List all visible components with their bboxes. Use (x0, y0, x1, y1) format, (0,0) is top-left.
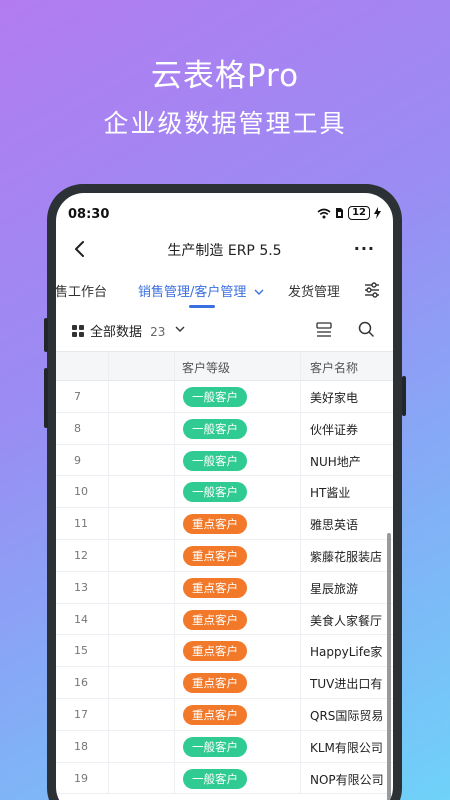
table-row[interactable]: 11 重点客户 雅思英语 (56, 508, 393, 540)
promo-subtitle: 企业级数据管理工具 (103, 109, 347, 138)
wifi-icon (317, 208, 331, 218)
tab-customer-management[interactable]: 销售管理/客户管理 (138, 281, 264, 300)
customer-level-badge: 一般客户 (183, 450, 247, 471)
nav-bar: 生产制造 ERP 5.5 ··· (56, 227, 393, 271)
status-time: 08:30 (68, 207, 110, 222)
phone-frame: 08:30 12 生产制造 ERP 5.5 ··· 售工作台 销售管理/客户管理… (47, 184, 402, 800)
app-screen: 08:30 12 生产制造 ERP 5.5 ··· 售工作台 销售管理/客户管理… (56, 193, 393, 800)
phone-volume-button (44, 318, 48, 352)
tab-shipping-management[interactable]: 发货管理 (288, 281, 340, 300)
filter-settings-icon[interactable] (363, 281, 381, 299)
customer-name: 雅思英语 (310, 518, 359, 533)
row-number: 14 (74, 612, 88, 626)
grid-view-icon (72, 325, 84, 337)
row-number: 7 (74, 390, 81, 403)
tab-bar: 销售工作台 销售管理/客户管理 发货管理 (56, 271, 393, 311)
tab-sales-workbench[interactable]: 销售工作台 (56, 281, 107, 300)
customer-level-badge: 一般客户 (183, 736, 247, 757)
customer-name: TUV进出口有 (310, 677, 383, 692)
customer-name: HappyLife家 (310, 645, 383, 660)
table-header: 客户等级 客户名称 (56, 351, 393, 381)
status-icons: 12 (317, 206, 381, 220)
table-row[interactable]: 16 重点客户 TUV进出口有 (56, 667, 393, 699)
view-label: 全部数据 (90, 325, 143, 340)
scrollbar[interactable] (387, 533, 391, 800)
page-title: 生产制造 ERP 5.5 (167, 243, 282, 259)
customer-name: 紫藤花服装店 (310, 549, 383, 564)
table-body: 7 一般客户 美好家电 8 一般客户 伙伴证券 9 一般客户 NUH地产 10 一般客户 HT酱业 11… (56, 381, 393, 795)
status-bar: 08:30 12 (56, 193, 393, 227)
customer-level-badge: 一般客户 (183, 768, 247, 789)
column-header-level[interactable]: 客户等级 (182, 359, 230, 376)
tab-customer-management-label: 销售管理/客户管理 (138, 285, 247, 300)
search-icon[interactable] (357, 320, 375, 338)
customer-level-badge: 重点客户 (183, 673, 247, 694)
table-row[interactable]: 19 一般客户 NOP有限公司 (56, 762, 393, 795)
sim-icon (336, 208, 344, 218)
phone-power-button (402, 376, 406, 416)
customer-name: 美食人家餐厅 (310, 613, 383, 628)
row-number: 18 (74, 739, 88, 753)
customer-name: 星辰旅游 (310, 581, 359, 596)
column-header-name[interactable]: 客户名称 (310, 359, 358, 376)
customer-level-badge: 一般客户 (183, 418, 247, 439)
table-row[interactable]: 10 一般客户 HT酱业 (56, 476, 393, 509)
row-number: 10 (74, 485, 88, 499)
row-number: 13 (74, 580, 88, 594)
customer-name: 美好家电 (310, 391, 359, 405)
view-toolbar: 全部数据 23 (56, 311, 393, 351)
row-number: 8 (74, 421, 81, 435)
customer-level-badge: 一般客户 (183, 387, 247, 407)
customer-level-badge: 重点客户 (183, 514, 247, 535)
row-number: 12 (74, 548, 88, 562)
table-row[interactable]: 18 一般客户 KLM有限公司 (56, 730, 393, 763)
customer-level-badge: 重点客户 (183, 545, 247, 566)
data-table: 客户等级 客户名称 7 一般客户 美好家电 8 一般客户 伙伴证券 9 一般客户 NUH地产 10… (56, 351, 393, 795)
customer-name: 伙伴证券 (310, 422, 359, 437)
customer-level-badge: 一般客户 (183, 482, 247, 503)
row-number: 9 (74, 453, 81, 467)
tab-fade (335, 271, 351, 311)
phone-side-button (44, 368, 48, 428)
customer-level-badge: 重点客户 (183, 641, 247, 662)
charging-icon (374, 207, 381, 219)
table-row[interactable]: 13 重点客户 星辰旅游 (56, 571, 393, 604)
record-count: 23 (150, 325, 166, 339)
table-row[interactable]: 17 重点客户 QRS国际贸易 (56, 698, 393, 731)
table-row[interactable]: 7 一般客户 美好家电 (56, 381, 393, 413)
customer-name: HT酱业 (310, 486, 351, 501)
table-row[interactable]: 14 重点客户 美食人家餐厅 (56, 603, 393, 636)
chevron-down-icon (254, 289, 264, 295)
row-height-icon[interactable] (315, 321, 333, 339)
customer-level-badge: 重点客户 (183, 609, 247, 630)
row-number: 16 (74, 676, 88, 690)
view-dropdown-icon[interactable] (174, 323, 186, 335)
row-number: 11 (74, 517, 88, 531)
row-number: 15 (74, 644, 88, 658)
battery-indicator: 12 (348, 206, 370, 220)
table-row[interactable]: 12 重点客户 紫藤花服装店 (56, 539, 393, 572)
view-selector[interactable]: 全部数据 23 (90, 321, 165, 340)
row-number: 19 (74, 771, 88, 785)
table-row[interactable]: 9 一般客户 NUH地产 (56, 444, 393, 477)
table-row[interactable]: 15 重点客户 HappyLife家 (56, 635, 393, 668)
customer-name: KLM有限公司 (310, 740, 383, 755)
customer-name: NUH地产 (310, 454, 361, 469)
row-number: 17 (74, 707, 88, 721)
customer-level-badge: 重点客户 (183, 704, 247, 725)
table-row[interactable]: 8 一般客户 伙伴证券 (56, 412, 393, 445)
more-icon[interactable]: ··· (354, 239, 375, 258)
customer-name: QRS国际贸易 (310, 708, 384, 723)
promo-title: 云表格Pro (150, 58, 300, 94)
customer-level-badge: 重点客户 (183, 577, 247, 598)
active-tab-indicator (189, 305, 215, 308)
customer-name: NOP有限公司 (310, 772, 384, 787)
